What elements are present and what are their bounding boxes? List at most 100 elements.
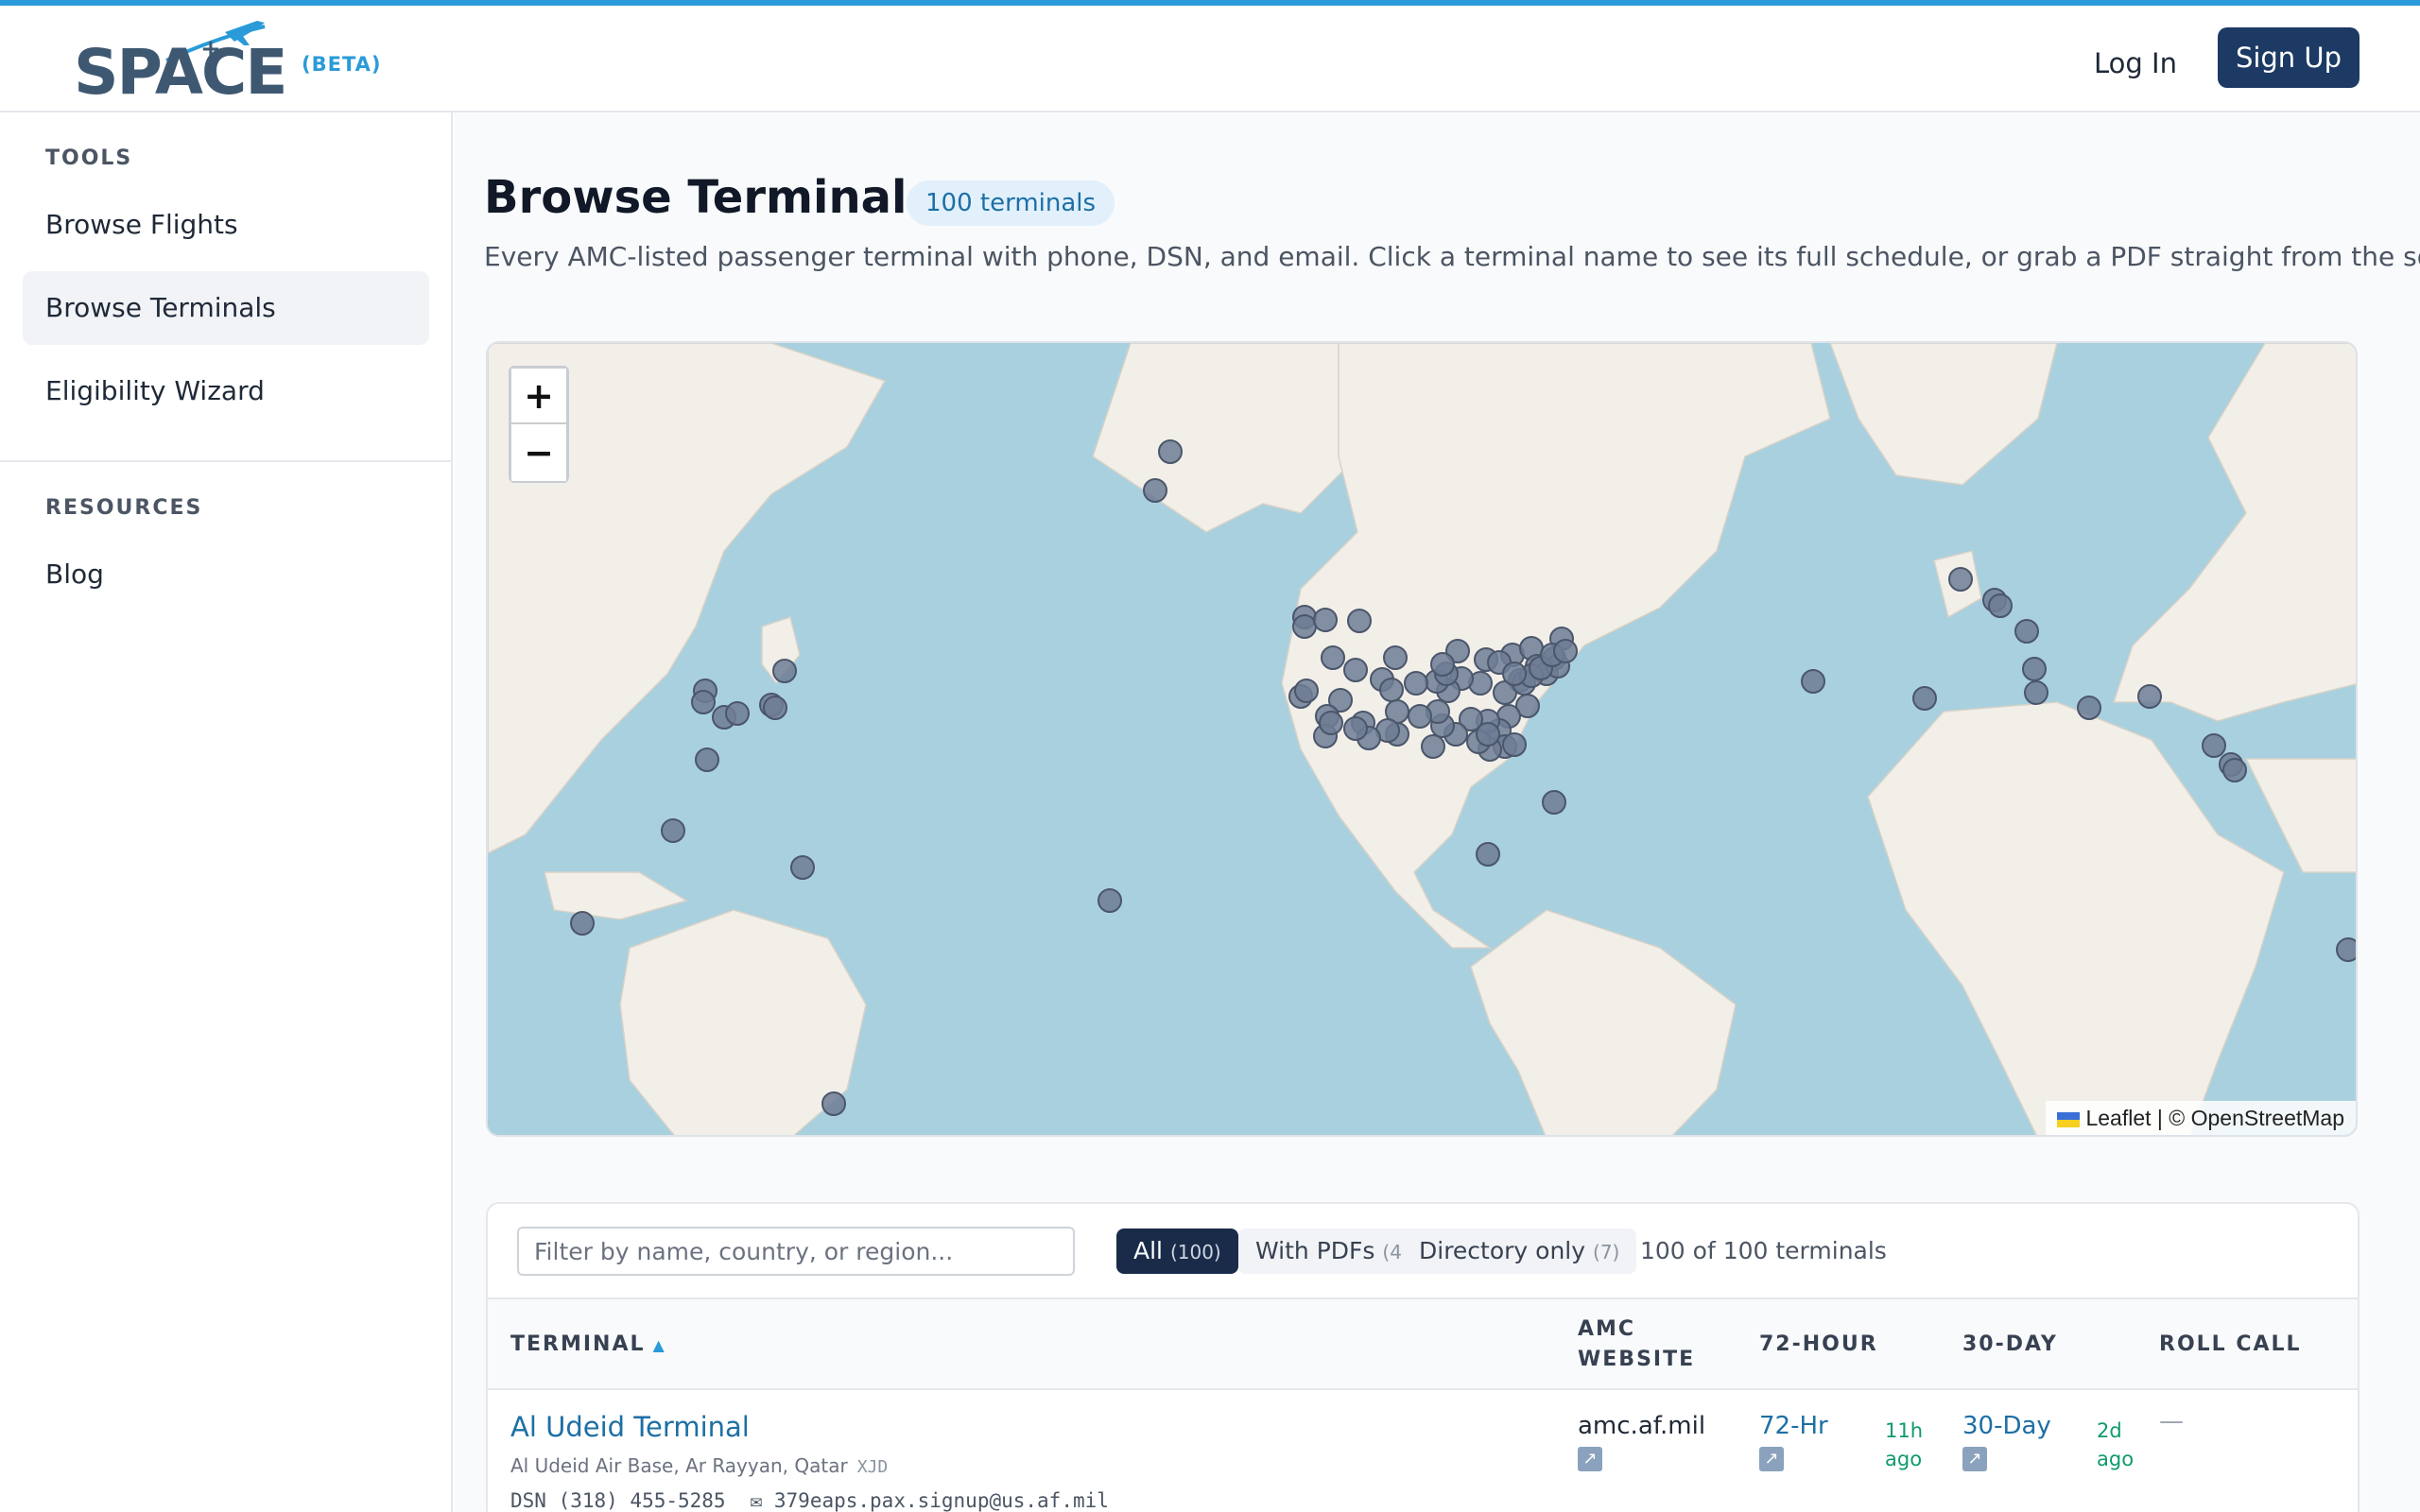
terminal-marker[interactable] xyxy=(1408,704,1432,729)
terminal-marker[interactable] xyxy=(695,747,719,772)
terminal-filter-input[interactable] xyxy=(517,1227,1075,1276)
terminal-marker[interactable] xyxy=(1912,686,1937,711)
external-link-icon: ↗ xyxy=(1962,1447,1987,1471)
terminal-marker[interactable] xyxy=(1542,790,1566,815)
terminal-marker[interactable] xyxy=(1421,734,1445,759)
30-day-label: 30-Day xyxy=(1962,1412,2051,1440)
terminal-marker[interactable] xyxy=(1321,645,1345,670)
terminal-marker[interactable] xyxy=(1098,888,1122,913)
terminal-marker[interactable] xyxy=(2014,619,2039,644)
terminal-marker[interactable] xyxy=(1143,478,1167,503)
terminal-contact: DSN (318) 455-5285 ✉ 379eaps.pax.signup@u… xyxy=(510,1489,1109,1512)
roll-call-empty: — xyxy=(2159,1407,2184,1435)
amc-website-link[interactable]: amc.af.mil ↗ xyxy=(1578,1411,1705,1471)
terminal-marker[interactable] xyxy=(1313,608,1338,632)
terminal-marker[interactable] xyxy=(2137,684,2162,709)
terminal-marker[interactable] xyxy=(1801,669,1825,694)
terminal-marker[interactable] xyxy=(1553,639,1578,663)
terminal-marker[interactable] xyxy=(772,659,797,683)
terminal-marker[interactable] xyxy=(1343,658,1368,682)
30-day-link[interactable]: 30-Day ↗ xyxy=(1962,1411,2051,1471)
terminal-marker[interactable] xyxy=(2202,733,2226,758)
sidebar-item-blog[interactable]: Blog xyxy=(23,538,429,611)
terminal-marker[interactable] xyxy=(2024,680,2048,705)
sidebar-item-browse-terminals[interactable]: Browse Terminals xyxy=(23,271,429,345)
terminal-email-link[interactable]: 379eaps.pax.signup@us.af.mil xyxy=(774,1489,1109,1512)
terminal-marker[interactable] xyxy=(1379,678,1404,702)
terminal-marker[interactable] xyxy=(570,911,595,936)
terminal-marker[interactable] xyxy=(661,818,685,843)
terminal-marker[interactable] xyxy=(821,1091,846,1116)
zoom-control: + − xyxy=(509,366,569,483)
sidebar-item-eligibility-wizard[interactable]: Eligibility Wizard xyxy=(23,354,429,428)
column-terminal[interactable]: TERMINAL ▲ xyxy=(510,1330,666,1361)
terminal-marker[interactable] xyxy=(1292,614,1317,639)
zoom-in-button[interactable]: + xyxy=(511,369,566,424)
filter-chip-directory-only[interactable]: Directory only (7) xyxy=(1402,1228,1637,1274)
terminal-marker[interactable] xyxy=(1476,722,1500,747)
terminal-name-link[interactable]: Al Udeid Terminal xyxy=(510,1411,750,1443)
terminals-table-card: All (100) With PDFs (40) Directory only … xyxy=(486,1202,2360,1512)
sidebar-section-resources: RESOURCES xyxy=(45,496,203,520)
terminal-marker[interactable] xyxy=(763,696,787,720)
chip-label: Directory only xyxy=(1419,1237,1586,1264)
terminal-marker[interactable] xyxy=(1294,679,1319,703)
terminal-marker[interactable] xyxy=(1502,662,1527,686)
terminal-marker[interactable] xyxy=(1404,671,1428,696)
sidebar-item-browse-flights[interactable]: Browse Flights xyxy=(23,188,429,262)
terminal-marker[interactable] xyxy=(2336,937,2358,962)
terminal-count-badge: 100 terminals xyxy=(907,180,1115,226)
terminal-marker[interactable] xyxy=(725,701,750,726)
72-hour-link[interactable]: 72-Hr ↗ xyxy=(1759,1411,1828,1471)
terminal-marker[interactable] xyxy=(1948,567,1973,592)
logo-wordmark: SPACE xyxy=(74,36,287,109)
space-logo[interactable]: + SPACE (BETA) xyxy=(74,19,386,109)
terminals-map[interactable]: + − Leaflet | © OpenStreetMap xyxy=(486,341,2358,1137)
external-link-icon: ↗ xyxy=(1759,1447,1784,1471)
terminal-dsn: DSN (318) 455-5285 xyxy=(510,1489,726,1512)
terminal-marker[interactable] xyxy=(1476,842,1500,867)
sidebar: TOOLS Browse Flights Browse Terminals El… xyxy=(0,112,453,1512)
terminal-marker[interactable] xyxy=(1502,732,1527,757)
column-30-day: 30-DAY xyxy=(1962,1332,2058,1356)
72-hour-age: 11h xyxy=(1885,1419,1924,1442)
terminal-marker[interactable] xyxy=(1319,711,1343,735)
terminal-marker[interactable] xyxy=(2022,657,2047,681)
terminal-marker[interactable] xyxy=(1158,439,1183,464)
map-tiles xyxy=(488,343,2358,1135)
terminal-code: XJD xyxy=(856,1457,889,1477)
login-button[interactable]: Log In xyxy=(2094,34,2177,93)
attribution-text: Leaflet | © OpenStreetMap xyxy=(2085,1106,2344,1130)
result-count: 100 of 100 terminals xyxy=(1640,1237,1887,1264)
column-amc-website: AMC WEBSITE xyxy=(1578,1314,1695,1375)
30-day-age-suffix: ago xyxy=(2097,1448,2135,1470)
email-icon: ✉ xyxy=(750,1489,763,1512)
terminal-marker[interactable] xyxy=(2077,696,2101,720)
terminal-marker[interactable] xyxy=(2222,758,2247,782)
terminal-marker[interactable] xyxy=(1383,645,1408,670)
terminal-marker[interactable] xyxy=(790,855,815,880)
external-link-icon: ↗ xyxy=(1578,1447,1602,1471)
signup-button[interactable]: Sign Up xyxy=(2218,27,2360,88)
column-terminal-label: TERMINAL xyxy=(510,1332,646,1356)
table-row: Al Udeid Terminal Al Udeid Air Base, Ar … xyxy=(488,1392,2358,1512)
beta-badge: (BETA) xyxy=(302,53,382,76)
terminal-marker[interactable] xyxy=(1430,652,1455,677)
main-content: Browse Terminals 100 terminals Every AMC… xyxy=(455,112,2420,1512)
amc-site-text: amc.af.mil xyxy=(1578,1412,1706,1440)
column-roll-call: ROLL CALL xyxy=(2159,1332,2302,1356)
map-attribution[interactable]: Leaflet | © OpenStreetMap xyxy=(2046,1101,2356,1135)
terminal-marker[interactable] xyxy=(1343,716,1368,741)
column-amc-label-1: AMC xyxy=(1578,1317,1636,1341)
terminal-marker[interactable] xyxy=(1347,609,1372,633)
terminal-location-text: Al Udeid Air Base, Ar Rayyan, Qatar xyxy=(510,1454,848,1477)
page-subtitle: Every AMC-listed passenger terminal with… xyxy=(484,241,2420,272)
filter-chip-all[interactable]: All (100) xyxy=(1116,1228,1238,1274)
terminal-marker[interactable] xyxy=(691,690,716,714)
sidebar-divider xyxy=(0,460,453,462)
72-hour-age-suffix: ago xyxy=(1885,1448,1923,1470)
terminal-marker[interactable] xyxy=(1988,593,2013,618)
72-hour-label: 72-Hr xyxy=(1759,1412,1828,1440)
zoom-out-button[interactable]: − xyxy=(511,425,566,481)
page-title: Browse Terminals xyxy=(484,171,935,224)
